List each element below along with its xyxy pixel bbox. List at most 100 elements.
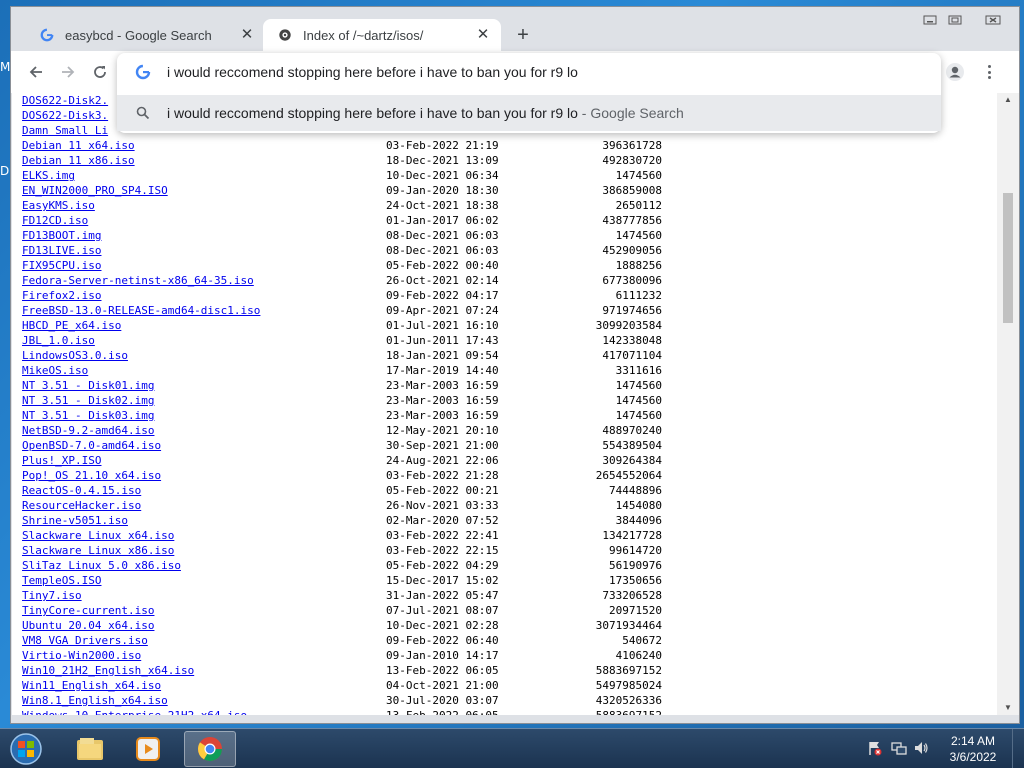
file-link[interactable]: DOS622-Disk3. — [22, 108, 108, 123]
scroll-down-arrow-icon[interactable]: ▼ — [997, 701, 1019, 715]
file-link[interactable]: ReactOS-0.4.15.iso — [22, 483, 141, 498]
close-tab-icon[interactable]: ✕ — [475, 27, 491, 43]
file-link[interactable]: FD12CD.iso — [22, 213, 88, 228]
chrome-icon — [198, 737, 222, 762]
minimize-button[interactable] — [916, 11, 944, 29]
file-link[interactable]: ELKS.img — [22, 168, 75, 183]
file-date: 01-Jan-2017 06:02 — [386, 214, 499, 227]
file-link[interactable]: Debian 11 x64.iso — [22, 138, 135, 153]
file-link[interactable]: Virtio-Win2000.iso — [22, 648, 141, 663]
system-clock[interactable]: 2:14 AM 3/6/2022 — [940, 733, 1006, 765]
file-link[interactable]: TempleOS.ISO — [22, 573, 101, 588]
file-size: 1474560 — [615, 394, 662, 407]
file-link[interactable]: EN_WIN2000_PRO_SP4.ISO — [22, 183, 168, 198]
file-link[interactable]: NT 3.51 - Disk03.img — [22, 408, 154, 423]
back-button[interactable] — [25, 61, 47, 83]
file-link[interactable]: Slackware Linux x64.iso — [22, 528, 174, 543]
show-desktop-button[interactable] — [1012, 729, 1024, 768]
omnibox-suggestion[interactable]: i would reccomend stopping here before i… — [117, 95, 941, 131]
file-link[interactable]: FIX95CPU.iso — [22, 258, 101, 273]
file-date: 01-Jul-2021 16:10 — [386, 319, 499, 332]
taskbar-chrome[interactable] — [184, 731, 236, 767]
google-icon — [135, 64, 151, 80]
file-link[interactable]: Plus!_XP.ISO — [22, 453, 101, 468]
file-link[interactable]: Debian 11 x86.iso — [22, 153, 135, 168]
file-size: 677380096 — [602, 274, 662, 287]
maximize-button[interactable] — [941, 11, 969, 29]
file-link[interactable]: TinyCore-current.iso — [22, 603, 154, 618]
forward-button[interactable] — [57, 61, 79, 83]
file-link[interactable]: NT 3.51 - Disk02.img — [22, 393, 154, 408]
list-item: NT 3.51 - Disk01.img 23-Mar-2003 16:59 147… — [22, 378, 722, 393]
file-date: 03-Feb-2022 21:28 — [386, 469, 499, 482]
file-link[interactable]: FD13BOOT.img — [22, 228, 101, 243]
file-date: 17-Mar-2019 14:40 — [386, 364, 499, 377]
start-button[interactable] — [4, 731, 48, 767]
file-date: 13-Feb-2022 06:05 — [386, 708, 499, 715]
file-link[interactable]: NetBSD-9.2-amd64.iso — [22, 423, 154, 438]
file-date: 05-Feb-2022 00:21 — [386, 484, 499, 497]
file-link[interactable]: DOS622-Disk2. — [22, 93, 108, 108]
close-window-button[interactable] — [973, 11, 1013, 29]
file-link[interactable]: LindowsOS3.0.iso — [22, 348, 128, 363]
list-item: Ubuntu 20.04 x64.iso 10-Dec-2021 02:28 307… — [22, 618, 722, 633]
tab-index-of-isos[interactable]: Index of /~dartz/isos/ ✕ — [263, 19, 501, 51]
chrome-menu-button[interactable] — [981, 62, 997, 82]
file-link[interactable]: FreeBSD-13.0-RELEASE-amd64-disc1.iso — [22, 303, 260, 318]
file-link[interactable]: Pop!_OS 21.10 x64.iso — [22, 468, 161, 483]
address-bar-input[interactable] — [167, 62, 907, 82]
file-link[interactable]: SliTaz Linux 5.0 x86.iso — [22, 558, 181, 573]
file-link[interactable]: Win11_English_x64.iso — [22, 678, 161, 693]
file-link[interactable]: NT 3.51 - Disk01.img — [22, 378, 154, 393]
taskbar-explorer[interactable] — [64, 731, 116, 767]
new-tab-button[interactable]: + — [511, 25, 535, 45]
file-size: 20971520 — [609, 604, 662, 617]
file-link[interactable]: Firefox2.iso — [22, 288, 101, 303]
close-tab-icon[interactable]: ✕ — [239, 27, 255, 43]
file-date: 05-Feb-2022 04:29 — [386, 559, 499, 572]
network-icon[interactable] — [890, 739, 908, 757]
file-size: 1454080 — [615, 499, 662, 512]
file-size: 17350656 — [609, 574, 662, 587]
action-center-flag-icon[interactable] — [866, 739, 884, 757]
profile-button[interactable] — [945, 62, 965, 82]
list-item: ELKS.img 10-Dec-2021 06:34 1474560 — [22, 168, 722, 183]
tab-google-search[interactable]: easybcd - Google Search ✕ — [25, 19, 265, 51]
file-date: 23-Mar-2003 16:59 — [386, 394, 499, 407]
taskbar-media-player[interactable] — [122, 731, 174, 767]
file-size: 554389504 — [602, 439, 662, 452]
file-link[interactable]: Ubuntu 20.04 x64.iso — [22, 618, 154, 633]
scrollbar-thumb[interactable] — [1003, 193, 1013, 323]
file-size: 2654552064 — [595, 469, 662, 482]
list-item: VM8 VGA Drivers.iso 09-Feb-2022 06:40 5406… — [22, 633, 722, 648]
file-link[interactable]: Windows 10 Enterprise 21H2 x64.iso — [22, 708, 247, 715]
file-link[interactable]: VM8 VGA Drivers.iso — [22, 633, 148, 648]
file-size: 438777856 — [602, 214, 662, 227]
vertical-scrollbar[interactable]: ▲ ▼ — [997, 93, 1019, 715]
file-link[interactable]: Win10_21H2_English_x64.iso — [22, 663, 194, 678]
list-item: Debian 11 x86.iso 18-Dec-2021 13:09 492830… — [22, 153, 722, 168]
list-item: Win11_English_x64.iso 04-Oct-2021 21:00 54… — [22, 678, 722, 693]
file-date: 18-Dec-2021 13:09 — [386, 154, 499, 167]
file-link[interactable]: Fedora-Server-netinst-x86_64-35.iso — [22, 273, 254, 288]
file-link[interactable]: Shrine-v5051.iso — [22, 513, 128, 528]
file-link[interactable]: MikeOS.iso — [22, 363, 88, 378]
file-link[interactable]: Slackware Linux x86.iso — [22, 543, 174, 558]
reload-button[interactable] — [89, 61, 111, 83]
omnibox-dropdown: i would reccomend stopping here before i… — [117, 53, 941, 133]
file-link[interactable]: Tiny7.iso — [22, 588, 82, 603]
file-link[interactable]: Damn Small Li — [22, 123, 108, 138]
volume-icon[interactable] — [912, 739, 930, 757]
file-link[interactable]: HBCD_PE_x64.iso — [22, 318, 121, 333]
file-link[interactable]: FD13LIVE.iso — [22, 243, 101, 258]
list-item: ResourceHacker.iso 26-Nov-2021 03:33 14540… — [22, 498, 722, 513]
file-link[interactable]: EasyKMS.iso — [22, 198, 95, 213]
file-link[interactable]: ResourceHacker.iso — [22, 498, 141, 513]
file-link[interactable]: Win8.1_English_x64.iso — [22, 693, 168, 708]
media-player-icon — [136, 737, 160, 761]
file-link[interactable]: OpenBSD-7.0-amd64.iso — [22, 438, 161, 453]
file-listing: DOS622-Disk2. DOS622-Disk3. Damn Small Li D… — [22, 93, 722, 715]
file-link[interactable]: JBL_1.0.iso — [22, 333, 95, 348]
scroll-up-arrow-icon[interactable]: ▲ — [997, 93, 1019, 107]
file-date: 03-Feb-2022 22:41 — [386, 529, 499, 542]
